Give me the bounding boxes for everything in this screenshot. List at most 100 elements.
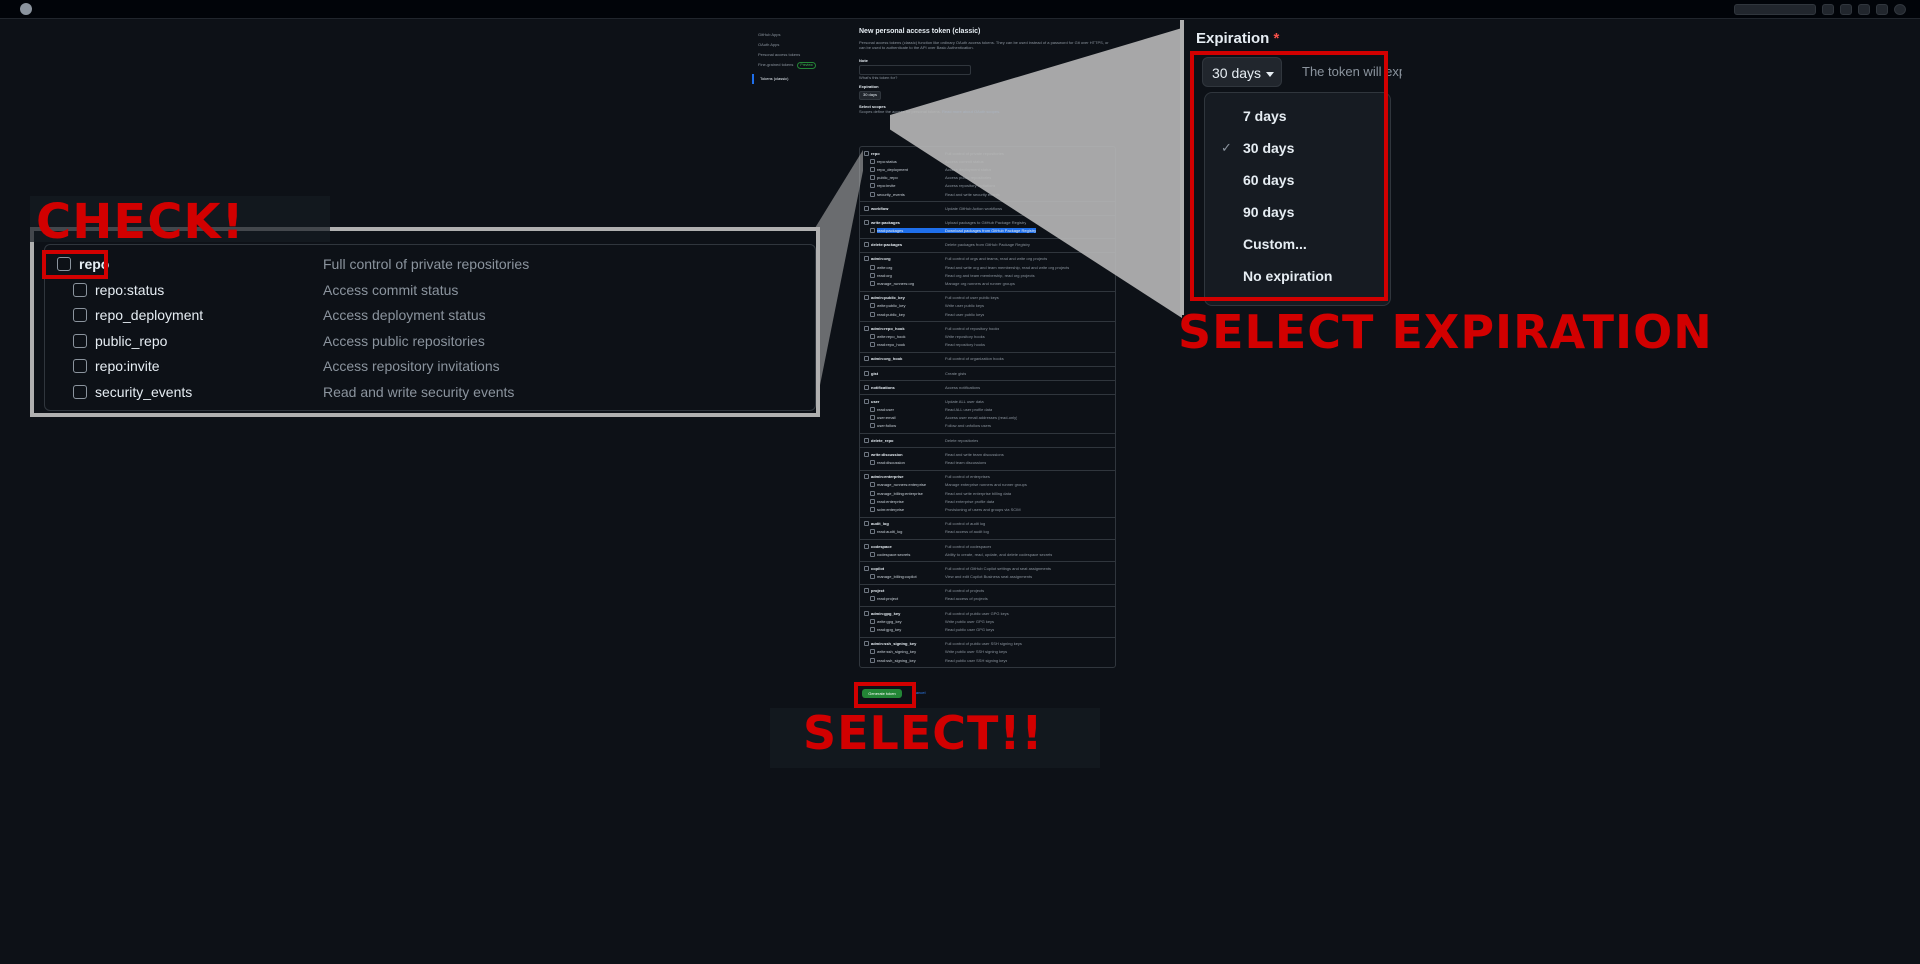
checkbox[interactable] (864, 356, 869, 362)
scope-row-child[interactable]: manage_billing:enterprise Read and write … (860, 489, 1115, 497)
checkbox[interactable] (864, 370, 869, 376)
scope-row-child[interactable]: read:repo_hook Read repository hooks (860, 341, 1115, 349)
scope-row[interactable]: admin:gpg_key Full control of public user… (860, 609, 1115, 617)
checkbox[interactable] (870, 183, 875, 189)
checkbox[interactable] (870, 551, 875, 557)
nav-item-fine-grained-tokens[interactable]: Fine-grained tokens Preview (752, 60, 842, 70)
scope-row-child[interactable]: user:follow Follow and unfollow users (860, 422, 1115, 430)
scope-row[interactable]: user Update ALL user data (860, 397, 1115, 405)
checkbox[interactable] (870, 618, 875, 624)
checkbox[interactable] (870, 657, 875, 663)
checkbox[interactable] (73, 359, 87, 373)
checkbox[interactable] (870, 490, 875, 496)
scope-row[interactable]: admin:enterprise Full control of enterpri… (860, 473, 1115, 481)
scope-row-child[interactable]: read:discussion Read team discussions (860, 458, 1115, 466)
checkbox[interactable] (73, 385, 87, 399)
checkbox[interactable] (870, 264, 875, 270)
checkbox[interactable] (870, 158, 875, 164)
scope-row-child[interactable]: codespace:secrets Ability to create, read… (860, 550, 1115, 558)
checkbox[interactable] (870, 333, 875, 339)
checkbox[interactable] (870, 407, 875, 413)
scope-row[interactable]: admin:repo_hook Full control of repositor… (860, 324, 1115, 332)
checkbox[interactable] (864, 565, 869, 571)
checkbox[interactable] (870, 498, 875, 504)
checkbox[interactable] (870, 627, 875, 633)
scope-row[interactable]: gist Create gists (860, 369, 1115, 377)
scope-row-child[interactable]: read:project Read access of projects (860, 595, 1115, 603)
nav-item-tokens-classic[interactable]: Tokens (classic) (752, 74, 842, 84)
checkbox[interactable] (864, 384, 869, 390)
scope-row[interactable]: project Full control of projects (860, 587, 1115, 595)
nav-item-github-apps[interactable]: GitHub Apps (752, 30, 842, 40)
scope-row-child[interactable]: read:enterprise Read enterprise profile d… (860, 497, 1115, 505)
scope-row-child[interactable]: manage_runners:org Manage org runners and… (860, 279, 1115, 287)
checkbox[interactable] (870, 506, 875, 512)
scope-row-child[interactable]: read:user Read ALL user profile data (860, 406, 1115, 414)
scope-row-child[interactable]: read:gpg_key Read public user GPG keys (860, 625, 1115, 633)
checkbox[interactable] (864, 325, 869, 331)
expiration-select[interactable]: 30 days (859, 91, 882, 100)
plus-icon[interactable] (1822, 4, 1834, 15)
scope-row-child[interactable]: write:org Read and write org and team mem… (860, 263, 1115, 271)
checkbox[interactable] (870, 649, 875, 655)
zoom-scope-repo-invite[interactable]: repo:invite Access repository invitations (73, 358, 500, 374)
checkbox[interactable] (864, 205, 869, 211)
zoom-scope-repo-deployment[interactable]: repo_deployment Access deployment status (73, 307, 486, 323)
avatar[interactable] (1894, 4, 1906, 15)
checkbox[interactable] (864, 295, 869, 301)
scope-row-child[interactable]: read:audit_log Read access of audit log (860, 528, 1115, 536)
scope-row[interactable]: audit_log Full control of audit log (860, 520, 1115, 528)
checkbox[interactable] (870, 175, 875, 181)
issues-icon[interactable] (1840, 4, 1852, 15)
checkbox[interactable] (864, 398, 869, 404)
checkbox[interactable] (864, 521, 869, 527)
checkbox[interactable] (864, 610, 869, 616)
scope-row[interactable]: notifications Access notifications (860, 383, 1115, 391)
checkbox[interactable] (864, 588, 869, 594)
scope-row[interactable]: delete_repo Delete repositories (860, 436, 1115, 444)
checkbox[interactable] (73, 334, 87, 348)
checkbox[interactable] (870, 482, 875, 488)
scope-row-child[interactable]: scim:enterprise Provisioning of users and… (860, 505, 1115, 513)
scope-row[interactable]: admin:ssh_signing_key Full control of pub… (860, 640, 1115, 648)
checkbox[interactable] (73, 308, 87, 322)
scope-row-child[interactable]: write:ssh_signing_key Write public user S… (860, 648, 1115, 656)
scope-row-child[interactable]: manage_runners:enterprise Manage enterpri… (860, 481, 1115, 489)
checkbox[interactable] (870, 228, 875, 234)
scope-row-child[interactable]: user:email Access user email addresses (r… (860, 414, 1115, 422)
scope-row-child[interactable]: write:repo_hook Write repository hooks (860, 332, 1115, 340)
checkbox[interactable] (864, 451, 869, 457)
scope-row[interactable]: admin:public_key Full control of user pub… (860, 294, 1115, 302)
checkbox[interactable] (864, 437, 869, 443)
inbox-icon[interactable] (1876, 4, 1888, 15)
checkbox[interactable] (870, 415, 875, 421)
search-input[interactable] (1734, 4, 1816, 15)
checkbox[interactable] (870, 423, 875, 429)
zoom-scope-public-repo[interactable]: public_repo Access public repositories (73, 333, 485, 349)
checkbox[interactable] (870, 303, 875, 309)
checkbox[interactable] (864, 256, 869, 262)
checkbox[interactable] (864, 219, 869, 225)
checkbox[interactable] (870, 596, 875, 602)
checkbox[interactable] (870, 311, 875, 317)
checkbox[interactable] (870, 281, 875, 287)
checkbox[interactable] (870, 342, 875, 348)
checkbox[interactable] (870, 529, 875, 535)
zoom-scope-repo-status[interactable]: repo:status Access commit status (73, 282, 458, 298)
nav-item-oauth-apps[interactable]: OAuth Apps (752, 40, 842, 50)
checkbox[interactable] (864, 474, 869, 480)
scope-row-child[interactable]: read:ssh_signing_key Read public user SSH… (860, 656, 1115, 664)
scope-row-child[interactable]: read:org Read org and team membership, re… (860, 271, 1115, 279)
scope-row-child[interactable]: read:public_key Read user public keys (860, 310, 1115, 318)
pull-requests-icon[interactable] (1858, 4, 1870, 15)
scope-row[interactable]: copilot Full control of GitHub Copilot se… (860, 564, 1115, 572)
checkbox[interactable] (870, 191, 875, 197)
scope-row[interactable]: write:discussion Read and write team disc… (860, 450, 1115, 458)
zoom-scope-security-events[interactable]: security_events Read and write security e… (73, 384, 514, 400)
checkbox[interactable] (864, 242, 869, 248)
scope-row[interactable]: codespace Full control of codespaces (860, 542, 1115, 550)
checkbox[interactable] (864, 641, 869, 647)
checkbox[interactable] (870, 460, 875, 466)
checkbox[interactable] (864, 150, 869, 156)
scope-row-child[interactable]: manage_billing:copilot View and edit Copi… (860, 573, 1115, 581)
